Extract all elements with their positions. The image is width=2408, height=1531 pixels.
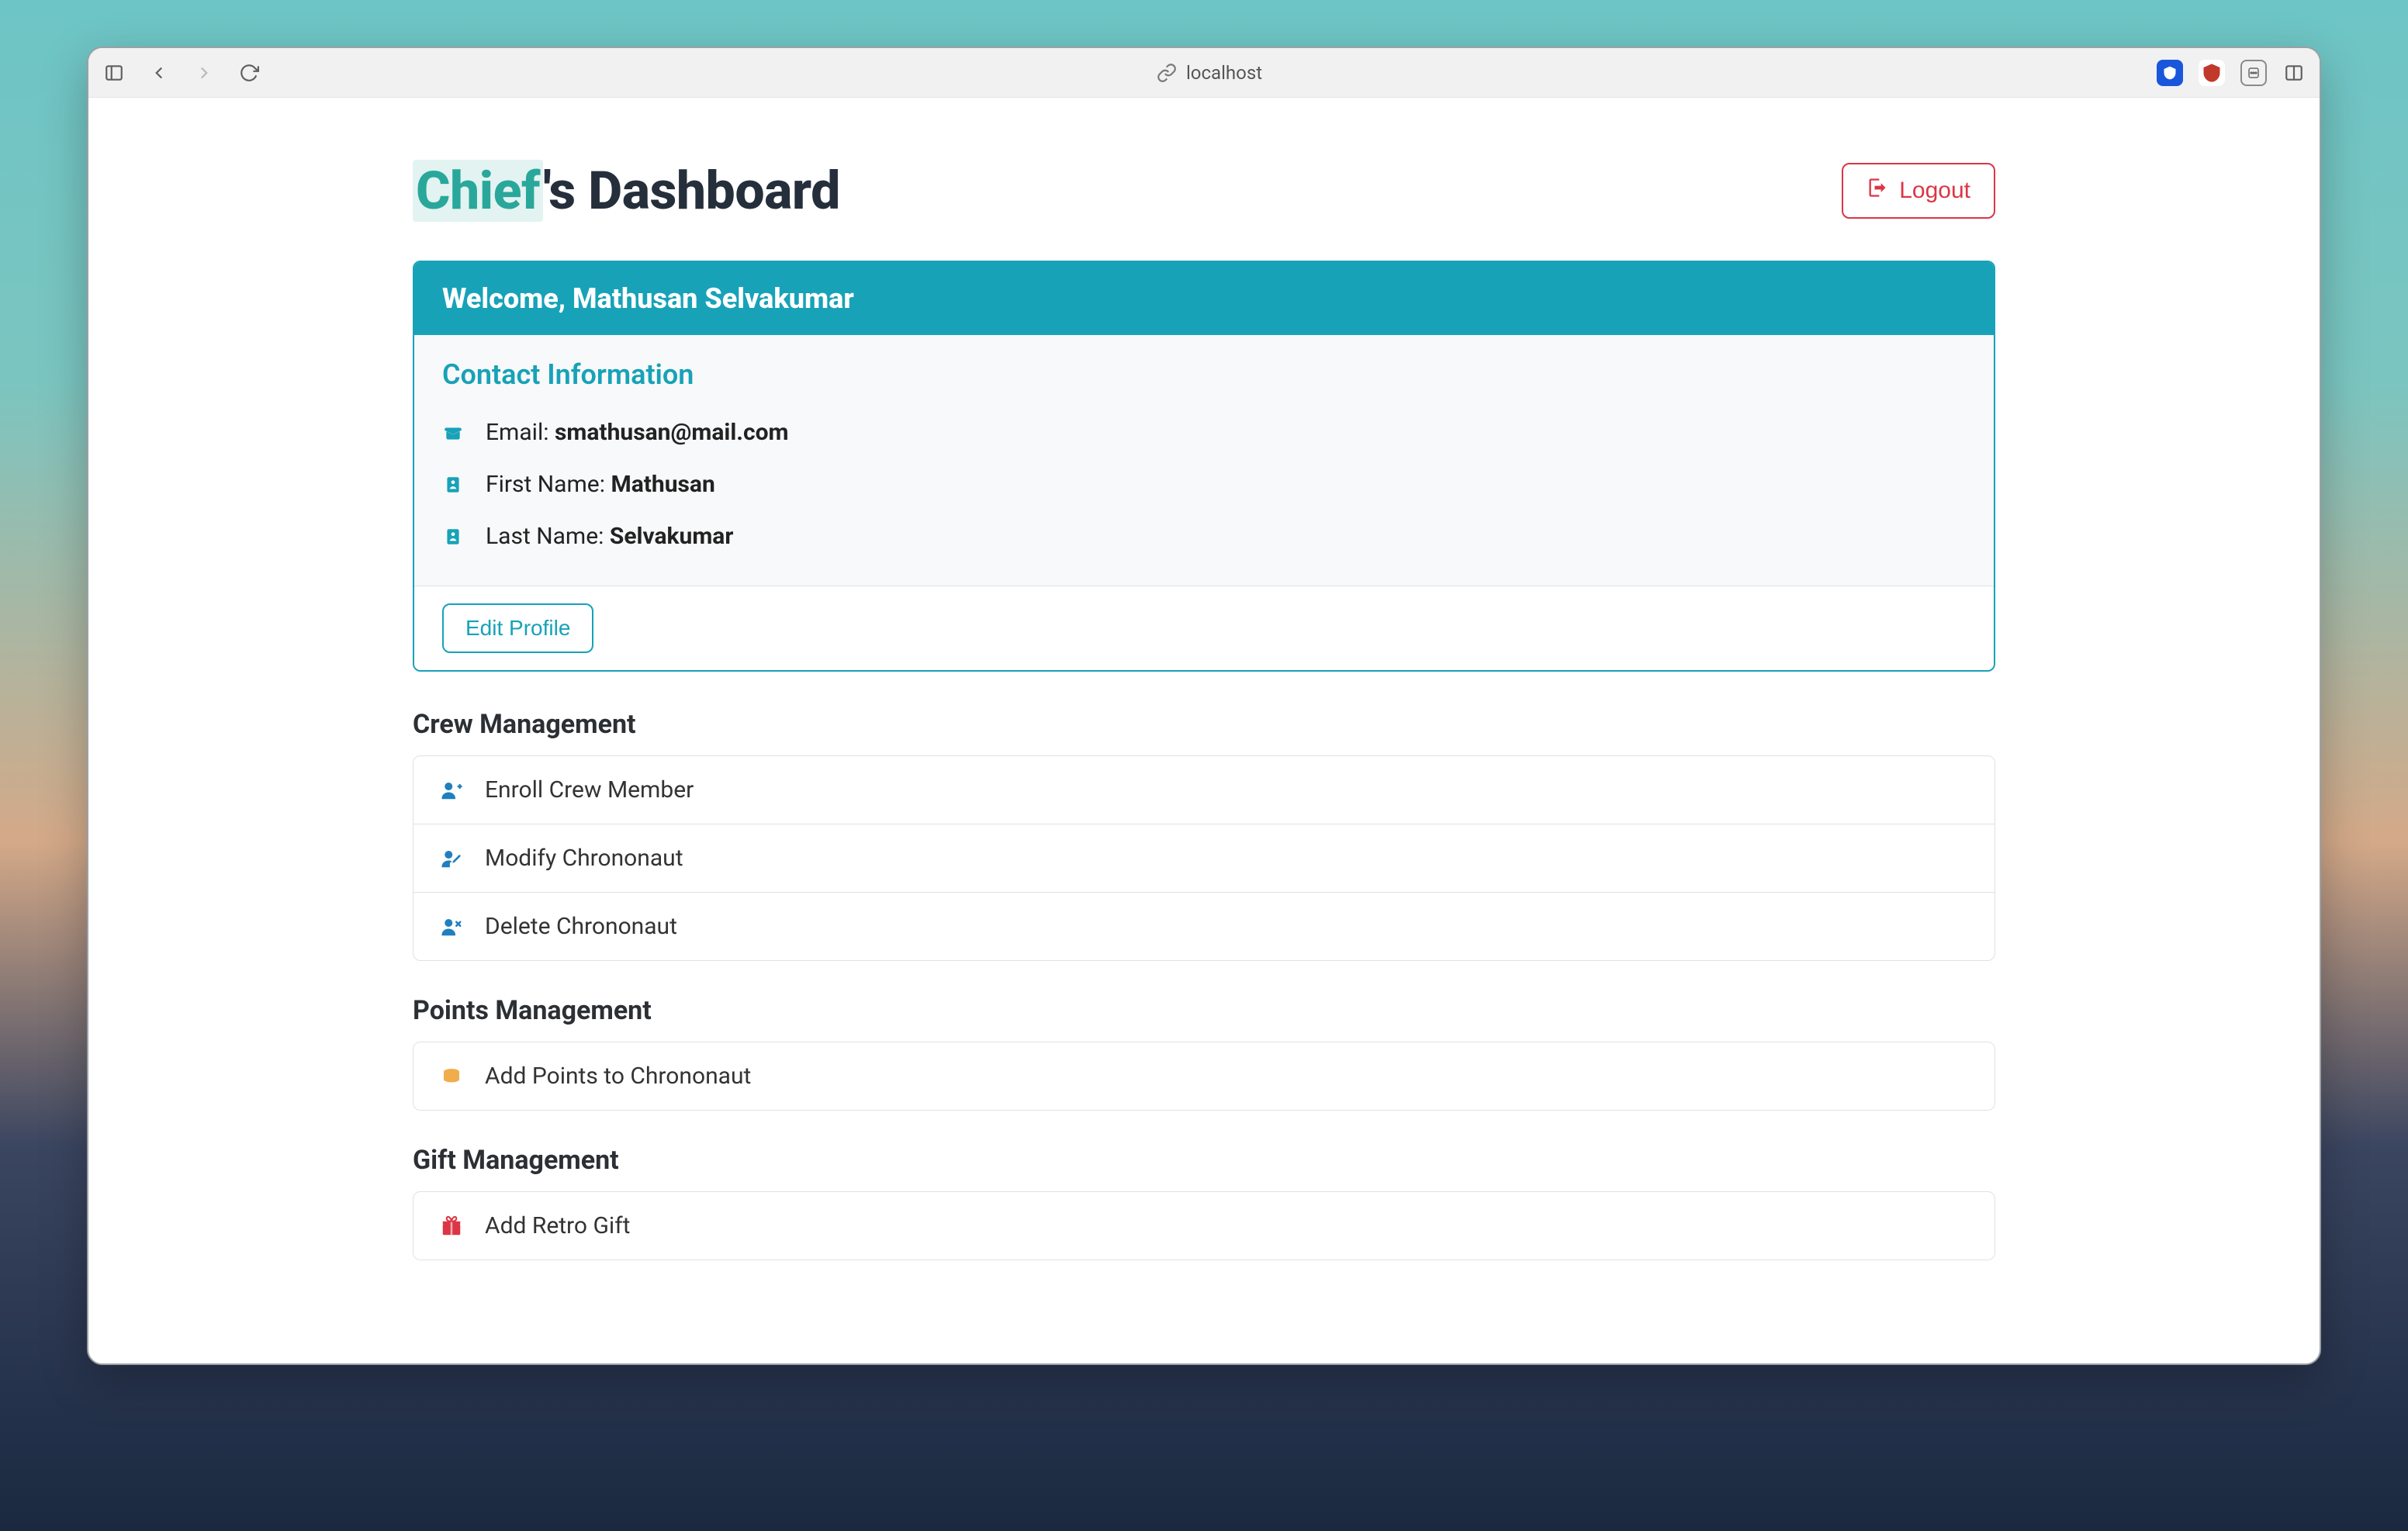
extension-badge-2[interactable] [2199, 60, 2225, 86]
add-points-item[interactable]: Add Points to Chrononaut [413, 1042, 1995, 1110]
extension-badge-3[interactable] [2240, 60, 2267, 86]
user-plus-icon [438, 779, 465, 802]
browser-window: localhost Chief's Dashboard [87, 47, 2321, 1365]
firstname-label: First Name: [486, 471, 611, 498]
contact-firstname-row: First Name: Mathusan [442, 458, 1966, 510]
toolbar-right [2157, 60, 2306, 86]
title-suffix: 's Dashboard [543, 160, 840, 222]
forward-icon [192, 61, 216, 85]
lastname-label: Last Name: [486, 523, 610, 550]
points-heading: Points Management [413, 995, 1995, 1026]
link-icon [1155, 61, 1178, 85]
list-item-label: Add Points to Chrononaut [485, 1063, 751, 1090]
extension-badge-1[interactable] [2157, 60, 2183, 86]
envelope-icon [442, 423, 464, 443]
crew-list: Enroll Crew Member Modify Chrononaut Del… [413, 755, 1995, 961]
profile-card-footer: Edit Profile [414, 586, 1994, 670]
logout-button[interactable]: Logout [1842, 163, 1995, 219]
welcome-name: Mathusan Selvakumar [573, 282, 854, 315]
sidebar-toggle-icon[interactable] [102, 61, 126, 85]
gift-icon [438, 1215, 465, 1238]
contact-section: Contact Information Email: smathusan@mai… [414, 335, 1994, 586]
delete-chrononaut-item[interactable]: Delete Chrononaut [413, 892, 1995, 960]
id-card-icon [442, 475, 464, 495]
gift-heading: Gift Management [413, 1145, 1995, 1176]
address-bar[interactable]: localhost [275, 61, 2143, 85]
page-title: Chief's Dashboard [413, 160, 840, 222]
contact-heading: Contact Information [442, 358, 1966, 391]
logout-label: Logout [1899, 178, 1970, 204]
coins-icon [438, 1065, 465, 1088]
logout-icon [1867, 177, 1888, 205]
crew-heading: Crew Management [413, 709, 1995, 740]
role-badge: Chief [413, 160, 543, 222]
main-container: Chief's Dashboard Logout Welcome, Mathus… [382, 98, 2026, 1325]
list-item-label: Add Retro Gift [485, 1212, 630, 1239]
reload-icon[interactable] [237, 61, 261, 85]
page-content: Chief's Dashboard Logout Welcome, Mathus… [88, 98, 2320, 1363]
modify-chrononaut-item[interactable]: Modify Chrononaut [413, 824, 1995, 892]
welcome-prefix: Welcome, [442, 282, 573, 315]
enroll-crew-item[interactable]: Enroll Crew Member [413, 756, 1995, 824]
back-icon[interactable] [147, 61, 171, 85]
user-edit-icon [438, 847, 465, 870]
lastname-value: Selvakumar [610, 523, 734, 550]
edit-profile-button[interactable]: Edit Profile [442, 603, 593, 653]
profile-card: Welcome, Mathusan Selvakumar Contact Inf… [413, 261, 1995, 672]
toolbar-left [102, 61, 261, 85]
list-item-label: Modify Chrononaut [485, 845, 683, 872]
list-item-label: Delete Chrononaut [485, 913, 677, 940]
tab-overview-icon[interactable] [2282, 61, 2306, 85]
email-value: smathusan@mail.com [555, 419, 789, 446]
firstname-value: Mathusan [611, 471, 714, 498]
id-card-icon [442, 527, 464, 547]
page-header: Chief's Dashboard Logout [413, 160, 1995, 222]
points-list: Add Points to Chrononaut [413, 1042, 1995, 1111]
email-label: Email: [486, 419, 555, 446]
add-gift-item[interactable]: Add Retro Gift [413, 1192, 1995, 1260]
welcome-banner: Welcome, Mathusan Selvakumar [414, 262, 1994, 335]
contact-lastname-row: Last Name: Selvakumar [442, 510, 1966, 562]
list-item-label: Enroll Crew Member [485, 776, 694, 804]
user-remove-icon [438, 915, 465, 938]
gift-list: Add Retro Gift [413, 1191, 1995, 1260]
address-text: localhost [1186, 62, 1262, 84]
browser-toolbar: localhost [88, 48, 2320, 98]
contact-email-row: Email: smathusan@mail.com [442, 406, 1966, 458]
